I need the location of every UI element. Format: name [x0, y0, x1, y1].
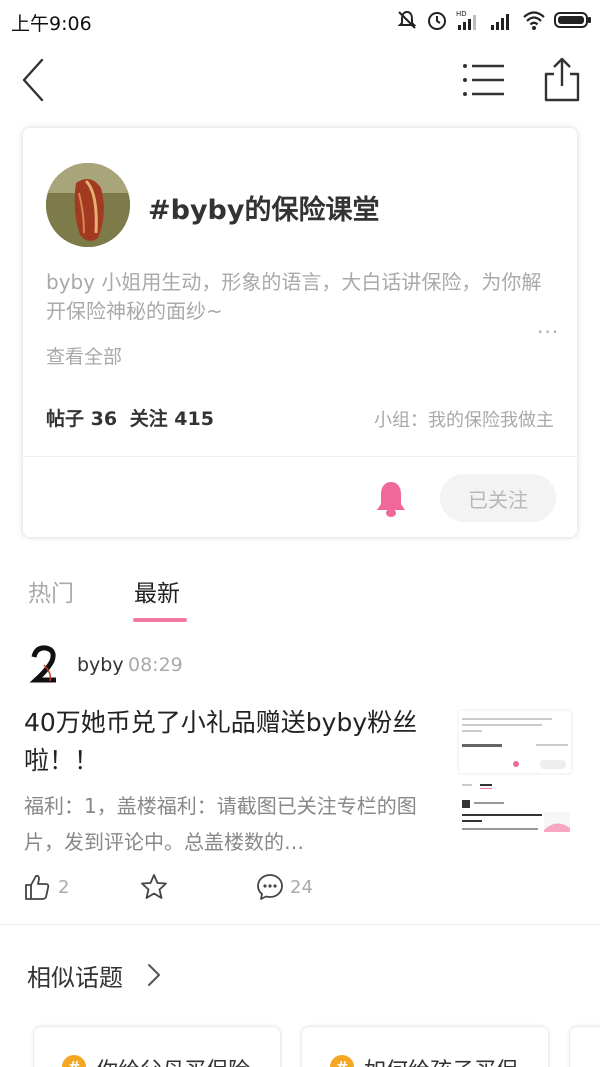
followed-button[interactable]: 已关注	[440, 474, 556, 522]
topic-description: byby 小姐用生动，形象的语言，大白话讲保险，为你解开保险神秘的面纱~	[46, 270, 542, 323]
share-icon[interactable]	[542, 56, 582, 102]
status-bar: 上午9:06 HD	[0, 0, 600, 40]
similar-topics-title[interactable]: 相似话题	[27, 958, 123, 993]
tab-active-indicator	[133, 618, 187, 622]
section-divider	[0, 924, 600, 925]
post-title[interactable]: 40万她币兑了小礼品赠送byby粉丝啦！！	[24, 704, 434, 780]
topic-title: #byby的保险课堂	[148, 195, 380, 226]
hash-icon: #	[62, 1055, 86, 1067]
back-icon[interactable]	[16, 56, 52, 104]
post-excerpt[interactable]: 福利：1，盖楼福利：请截图已关注专栏的图片，发到评论中。总盖楼数的…	[24, 788, 434, 860]
hash-icon: #	[330, 1055, 354, 1067]
svg-text:HD: HD	[456, 10, 467, 18]
more-dots[interactable]: ...	[537, 314, 559, 338]
post-author[interactable]: byby	[77, 654, 124, 676]
comment-icon[interactable]	[256, 873, 284, 901]
like-count: 2	[58, 877, 70, 898]
post-actions: 2 24	[0, 873, 600, 903]
topic-card: #byby的保险课堂 byby 小姐用生动，形象的语言，大白话讲保险，为你解开保…	[22, 127, 578, 538]
similar-topic-card[interactable]	[569, 1026, 600, 1067]
topic-stats: 帖子 36 关注 415	[46, 404, 220, 431]
status-icons: HD	[396, 8, 592, 32]
view-all-link[interactable]: 查看全部	[46, 342, 122, 369]
bell-icon[interactable]	[375, 480, 407, 518]
tab-latest[interactable]: 最新	[134, 574, 180, 608]
comment-count: 24	[290, 877, 313, 898]
group-link[interactable]: 小组：我的保险我做主	[374, 406, 554, 432]
post-thumbnail[interactable]	[456, 708, 574, 854]
similar-topic-card[interactable]: # 如何给孩子买保	[301, 1026, 549, 1067]
wifi-icon	[523, 11, 545, 30]
list-icon[interactable]	[462, 62, 506, 98]
nav-bar	[0, 40, 600, 120]
avatar[interactable]	[26, 645, 62, 685]
follows-count: 关注 415	[129, 408, 214, 430]
topic-avatar	[46, 163, 130, 247]
mute-icon	[397, 10, 417, 29]
status-time: 上午9:06	[11, 13, 92, 35]
similar-topic-card[interactable]: # 你给父母买保险	[33, 1026, 281, 1067]
posts-count: 帖子 36	[46, 408, 118, 430]
post-time: 08:29	[128, 654, 183, 676]
thumbs-up-icon[interactable]	[24, 873, 50, 901]
signal-icon	[491, 14, 509, 30]
similar-topic-label: 如何给孩子买保	[364, 1053, 518, 1067]
alarm-icon	[428, 12, 446, 30]
divider	[23, 456, 577, 457]
hd-signal-icon: HD	[456, 10, 476, 30]
chevron-right-icon[interactable]	[146, 962, 162, 988]
tab-hot[interactable]: 热门	[28, 574, 74, 608]
battery-icon	[554, 12, 591, 28]
star-icon[interactable]	[140, 873, 168, 901]
similar-topic-label: 你给父母买保险	[96, 1053, 250, 1067]
